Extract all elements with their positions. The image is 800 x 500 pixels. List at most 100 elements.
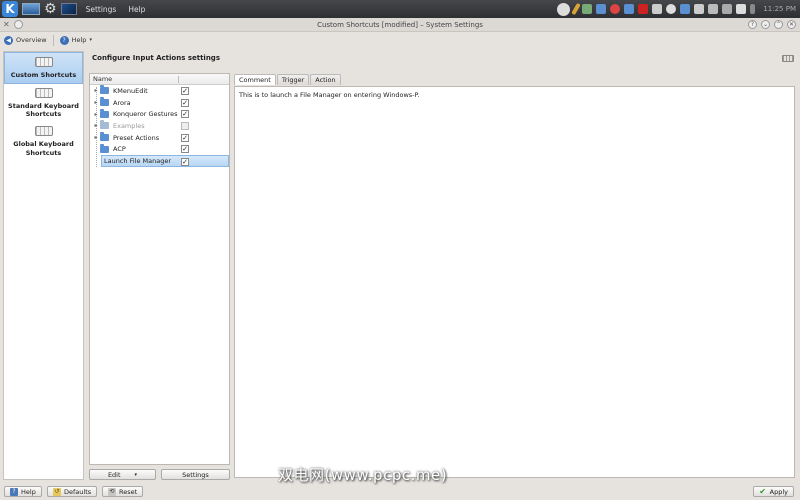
toolbar-separator <box>52 34 54 46</box>
chevron-up-icon[interactable] <box>750 4 756 14</box>
tree-row-checkbox[interactable] <box>181 122 189 131</box>
comment-text: This is to launch a File Manager on ente… <box>239 91 420 99</box>
column-divider[interactable] <box>178 76 179 83</box>
reset-button[interactable]: ⟲ Reset <box>102 486 144 497</box>
chat-icon[interactable] <box>666 4 677 14</box>
move-icon[interactable] <box>557 2 571 16</box>
bluetooth-icon[interactable] <box>722 4 733 14</box>
folder-icon <box>100 143 109 153</box>
settings-button[interactable]: Settings <box>161 469 230 480</box>
maximize-icon[interactable]: ⌃ <box>774 20 783 29</box>
screen-tray-icon[interactable] <box>680 4 691 14</box>
tree-row-checkbox[interactable]: ✓ <box>181 110 189 119</box>
expand-arrow-icon[interactable]: ▸ <box>92 111 100 118</box>
watermark: 双电网(www.pcpc.me) <box>278 466 448 484</box>
clock[interactable]: 11:25 PM <box>763 5 796 13</box>
help-button-label: Help <box>21 487 36 496</box>
sidebar-item-label: Custom Shortcuts <box>10 71 77 79</box>
window-titlebar: ✕ Custom Shortcuts [modified] – System S… <box>0 18 800 32</box>
folder-icon <box>100 108 109 118</box>
column-name-header[interactable]: Name <box>90 75 112 83</box>
desktop-task-icon[interactable] <box>22 3 40 15</box>
folder-tray-icon[interactable] <box>596 4 607 14</box>
back-arrow-icon: ◀ <box>4 35 13 45</box>
sidebar-item-custom-shortcuts[interactable]: Custom Shortcuts <box>4 52 83 85</box>
reset-button-label: Reset <box>119 487 138 496</box>
help-menu-button[interactable]: ? Help ▾ <box>56 35 96 45</box>
sidebar-item-global-keyboard-shortcuts[interactable]: Global Keyboard Shortcuts <box>4 122 83 160</box>
chevron-down-icon: ▾ <box>89 37 92 43</box>
edit-button[interactable]: Edit ▾ <box>89 469 156 480</box>
window-title: Custom Shortcuts [modified] – System Set… <box>317 20 483 29</box>
menu-settings[interactable]: Settings <box>83 5 120 14</box>
system-tray: 11:25 PM <box>557 0 796 18</box>
overview-button[interactable]: ◀ Overview <box>0 35 51 45</box>
sidebar-item-standard-keyboard-shortcuts[interactable]: Standard Keyboard Shortcuts <box>4 84 83 122</box>
sidebar-item-label: Global Keyboard Shortcuts <box>13 140 74 157</box>
system-panel: K ⚙ Settings Help 11:25 PM <box>0 0 800 18</box>
reset-icon: ⟲ <box>108 487 116 496</box>
notes-icon[interactable] <box>638 4 649 14</box>
keyboard-icon <box>34 126 53 137</box>
apply-button-label: Apply <box>769 487 788 496</box>
settings-label: Settings <box>182 470 209 479</box>
tree-row-examples[interactable]: ▸ Examples <box>90 120 229 132</box>
tree-row-label: Konqueror Gestures <box>113 110 178 119</box>
tree-row-checkbox[interactable]: ✓ <box>181 133 189 142</box>
network-icon[interactable] <box>582 4 593 14</box>
tree-row-konqueror-gestures[interactable]: ▸ Konqueror Gestures ✓ <box>90 108 229 120</box>
lock-icon[interactable] <box>736 4 747 14</box>
expand-arrow-icon[interactable]: ▸ <box>92 134 100 141</box>
expand-arrow-icon[interactable]: ▸ <box>92 122 100 129</box>
help-book-icon: ? <box>10 487 18 496</box>
apply-button[interactable]: ✔ Apply <box>752 486 794 497</box>
folder-icon <box>100 85 109 95</box>
kde-launcher-icon[interactable]: K <box>2 1 18 17</box>
keyboard-header-icon <box>782 55 794 62</box>
tree-row-checkbox[interactable]: ✓ <box>181 87 189 95</box>
tree-row-acp[interactable]: ACP ✓ <box>90 143 229 155</box>
chrome-icon[interactable] <box>610 4 621 14</box>
volume-icon[interactable] <box>694 4 705 14</box>
tree-row-checkbox[interactable]: ✓ <box>181 145 189 154</box>
checkmark-icon: ✔ <box>759 487 766 496</box>
tree-row-arora[interactable]: ▸ Arora ✓ <box>90 97 229 109</box>
keyboard-icon <box>34 57 53 67</box>
minimize-icon[interactable]: ⌄ <box>761 20 770 29</box>
tree-row-label: KMenuEdit <box>113 86 148 95</box>
close-icon[interactable]: ✕ <box>787 20 796 29</box>
overview-label: Overview <box>16 36 47 44</box>
help-window-icon[interactable]: ? <box>748 20 757 29</box>
help-button[interactable]: ? Help <box>4 486 42 497</box>
tab-comment[interactable]: Comment <box>234 74 276 85</box>
folder-icon <box>100 97 109 107</box>
tab-action[interactable]: Action <box>310 74 341 85</box>
gear-icon[interactable]: ⚙ <box>44 2 57 16</box>
tree-row-launch-file-manager[interactable]: Launch File Manager ✓ <box>101 155 229 167</box>
tree-row-kmenuedit[interactable]: ▸ KMenuEdit ✓ <box>90 85 229 97</box>
help-icon: ? <box>59 35 69 45</box>
actions-tree: Name ▸ KMenuEdit ✓ ▸ Arora ✓ ▸ Konqueror… <box>89 73 230 465</box>
battery-icon[interactable] <box>708 4 719 14</box>
tree-row-checkbox[interactable]: ✓ <box>181 158 189 167</box>
pen-icon[interactable] <box>571 2 582 16</box>
screen-task-icon[interactable] <box>60 3 77 15</box>
wifi-icon[interactable] <box>652 4 663 14</box>
sidebar: Custom Shortcuts Standard Keyboard Short… <box>3 51 84 480</box>
tab-trigger[interactable]: Trigger <box>276 74 310 85</box>
defaults-button[interactable]: ↺ Defaults <box>47 486 98 497</box>
expand-arrow-icon[interactable]: ▸ <box>92 99 100 106</box>
expand-arrow-icon[interactable]: ▸ <box>92 87 100 94</box>
mail-icon[interactable] <box>624 4 635 14</box>
comment-textarea[interactable]: This is to launch a File Manager on ente… <box>234 86 795 478</box>
bottom-bar: ? Help ↺ Defaults ⟲ Reset ✔ Apply <box>0 484 800 500</box>
tab-bar: Comment Trigger Action <box>234 74 341 85</box>
tree-row-label: Preset Actions <box>113 133 160 142</box>
defaults-button-label: Defaults <box>64 487 92 496</box>
page-title: Configure Input Actions settings <box>92 54 220 62</box>
menu-help[interactable]: Help <box>125 5 148 14</box>
tree-row-preset-actions[interactable]: ▸ Preset Actions ✓ <box>90 132 229 144</box>
tree-row-label: Examples <box>113 121 145 130</box>
tree-row-checkbox[interactable]: ✓ <box>181 98 189 107</box>
keyboard-icon <box>34 88 53 99</box>
